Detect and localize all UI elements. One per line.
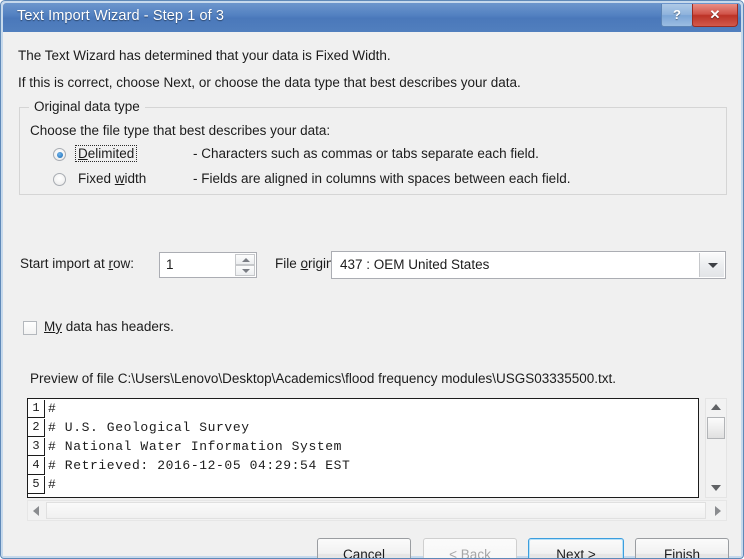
- checkbox-icon[interactable]: [23, 321, 37, 335]
- next-button[interactable]: Next >: [528, 538, 624, 559]
- preview-row-text: #: [48, 477, 57, 492]
- preview-row: 2 # U.S. Geological Survey: [28, 418, 698, 437]
- preview-row-text: # Retrieved: 2016-12-05 04:29:54 EST: [48, 458, 351, 473]
- intro-line-2: If this is correct, choose Next, or choo…: [18, 75, 521, 90]
- scroll-up-icon[interactable]: [706, 399, 726, 416]
- start-import-stepper[interactable]: 1: [159, 252, 257, 278]
- preview-row-text: # U.S. Geological Survey: [48, 420, 250, 435]
- stepper-up-icon[interactable]: [235, 254, 255, 265]
- radio-fixed-width-pre: Fixed: [78, 171, 115, 186]
- preview-row-number: 5: [28, 475, 45, 494]
- radio-fixed-width-rest: idth: [124, 171, 147, 186]
- preview-row-text: #: [48, 401, 57, 416]
- start-import-value[interactable]: 1: [166, 257, 174, 272]
- preview-row: 4 # Retrieved: 2016-12-05 04:29:54 EST: [28, 456, 698, 475]
- preview-row-number: 1: [28, 399, 45, 418]
- radio-fixed-width-label[interactable]: Fixed width: [75, 170, 149, 187]
- stepper-buttons: [235, 254, 255, 276]
- file-origin-value: 437 : OEM United States: [340, 257, 490, 272]
- preview-row: 5 #: [28, 475, 698, 494]
- next-mid: e: [566, 546, 574, 559]
- cancel-button[interactable]: Cancel: [317, 538, 411, 558]
- group-title: Original data type: [29, 99, 145, 114]
- intro-line-1: The Text Wizard has determined that your…: [18, 48, 391, 63]
- text-import-wizard-dialog: Text Import Wizard - Step 1 of 3 ? ✕ The…: [0, 0, 744, 559]
- horizontal-scroll-thumb[interactable]: [46, 502, 706, 519]
- next-post: xt >: [573, 546, 596, 559]
- start-import-label-post: ow:: [113, 256, 135, 271]
- file-origin-label-pre: File: [275, 256, 301, 271]
- dialog-button-bar: Cancel < Back Next > Finish: [3, 529, 741, 559]
- headers-accel: M: [44, 319, 56, 334]
- preview-pane[interactable]: 1 # 2 # U.S. Geological Survey 3 # Natio…: [27, 398, 699, 498]
- preview-row-number: 4: [28, 456, 45, 475]
- headers-label-post: data has headers.: [62, 319, 174, 334]
- file-origin-accel: o: [300, 256, 309, 271]
- start-import-label: Start import at row:: [20, 256, 134, 271]
- preview-area: 1 # 2 # U.S. Geological Survey 3 # Natio…: [27, 398, 727, 522]
- title-bar: Text Import Wizard - Step 1 of 3 ? ✕: [3, 3, 741, 33]
- vertical-scroll-thumb[interactable]: [707, 417, 725, 439]
- headers-accel-2: y: [55, 319, 62, 334]
- preview-row-number: 2: [28, 418, 45, 437]
- finish-button[interactable]: Finish: [635, 538, 729, 559]
- preview-vertical-scrollbar[interactable]: [705, 398, 727, 498]
- radio-fixed-width-description: - Fields are aligned in columns with spa…: [193, 171, 571, 186]
- preview-row-number: 3: [28, 437, 45, 456]
- scroll-down-icon[interactable]: [706, 480, 726, 497]
- radio-fixed-width-icon[interactable]: [53, 173, 66, 186]
- finish-accel: F: [663, 546, 673, 559]
- radio-delimited-icon[interactable]: [53, 148, 66, 161]
- close-icon[interactable]: ✕: [692, 4, 738, 27]
- preview-row-text: # National Water Information System: [48, 439, 343, 454]
- my-data-has-headers-label[interactable]: My data has headers.: [44, 319, 174, 334]
- chevron-down-icon[interactable]: [699, 253, 724, 277]
- next-accel: N: [556, 546, 567, 559]
- start-import-label-pre: Start import at: [20, 256, 109, 271]
- radio-delimited-rest: elimited: [87, 146, 135, 161]
- preview-row: 3 # National Water Information System: [28, 437, 698, 456]
- preview-row: 1 #: [28, 399, 698, 418]
- finish-post: nish: [675, 546, 700, 559]
- file-origin-select[interactable]: 437 : OEM United States: [331, 251, 726, 279]
- dialog-body: The Text Wizard has determined that your…: [3, 32, 741, 559]
- scroll-left-icon[interactable]: [28, 501, 45, 520]
- file-origin-label: File origin:: [275, 256, 337, 271]
- radio-fixed-width-accel: w: [114, 171, 125, 186]
- help-icon[interactable]: ?: [661, 4, 693, 27]
- back-button: < Back: [423, 538, 517, 558]
- scroll-right-icon[interactable]: [709, 501, 726, 520]
- window-title: Text Import Wizard - Step 1 of 3: [17, 8, 225, 24]
- radio-delimited-label[interactable]: Delimited: [75, 145, 138, 162]
- radio-delimited-description: - Characters such as commas or tabs sepa…: [193, 146, 539, 161]
- radio-delimited-accel: D: [78, 146, 88, 161]
- stepper-down-icon[interactable]: [235, 265, 255, 276]
- group-instruction: Choose the file type that best describes…: [30, 123, 331, 138]
- preview-label: Preview of file C:\Users\Lenovo\Desktop\…: [30, 371, 617, 386]
- preview-horizontal-scrollbar[interactable]: [27, 500, 727, 521]
